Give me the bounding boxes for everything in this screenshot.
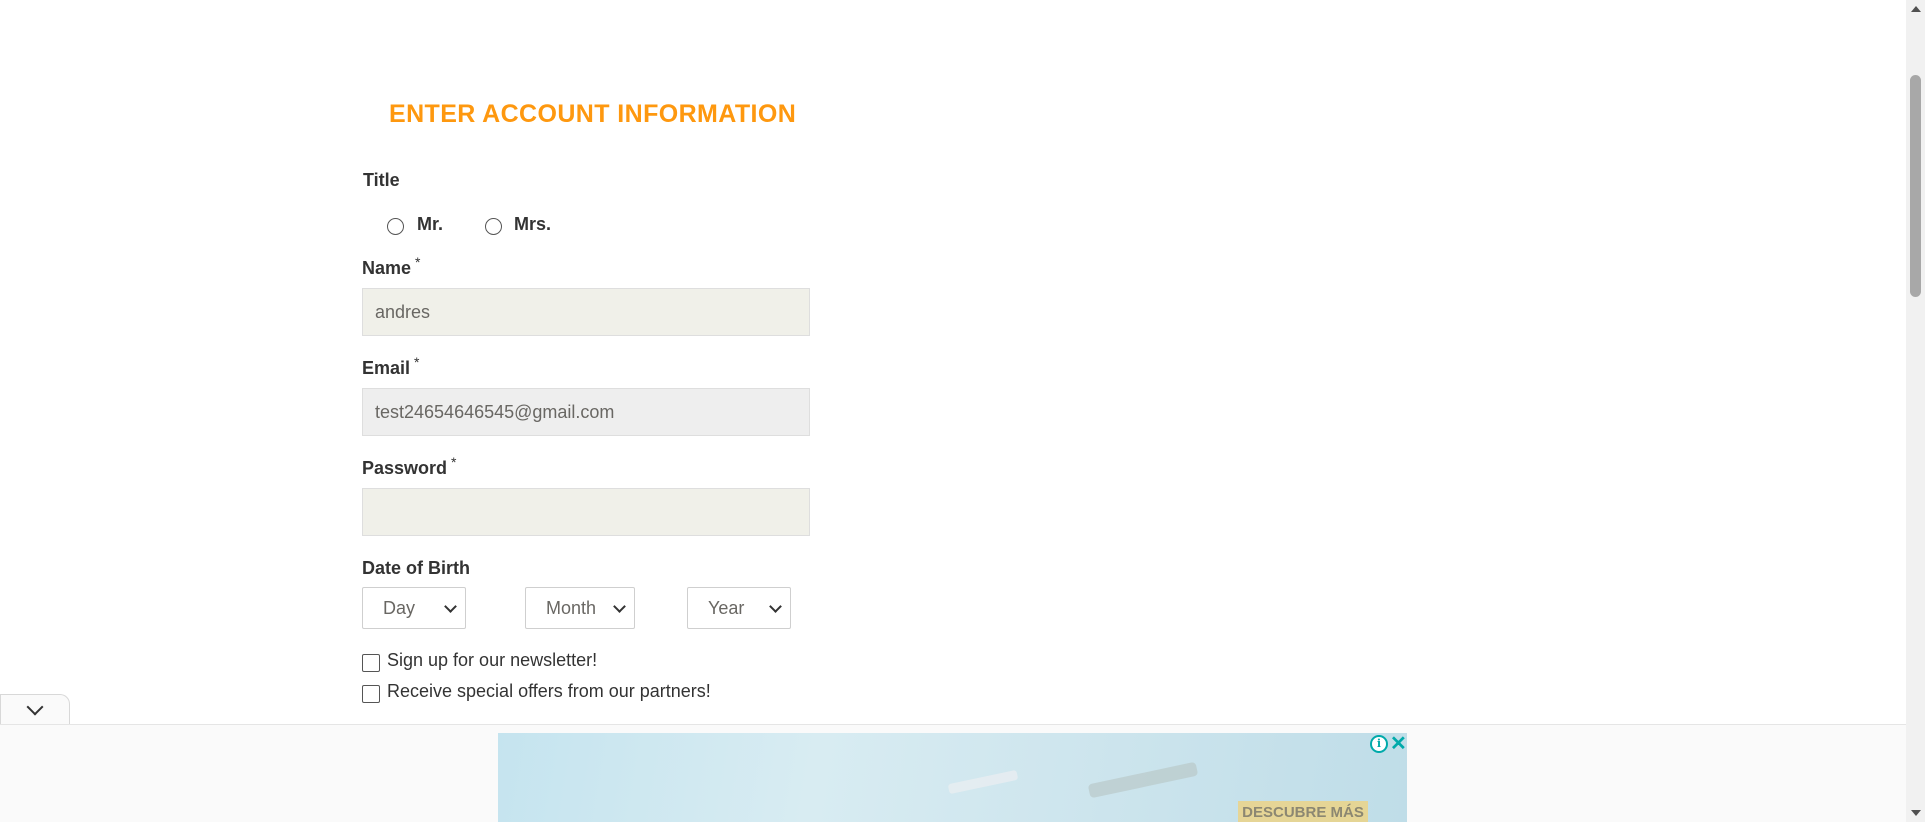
scroll-up-arrow-icon[interactable]	[1911, 6, 1921, 12]
password-input[interactable]	[362, 488, 810, 536]
scroll-down-arrow-icon[interactable]	[1911, 810, 1921, 816]
dob-month-value: Month	[546, 597, 597, 618]
chevron-down-icon	[444, 600, 457, 613]
dob-year-select[interactable]: Year	[687, 587, 791, 629]
vertical-scrollbar[interactable]	[1906, 0, 1925, 822]
dob-label: Date of Birth	[362, 558, 470, 578]
dob-day-value: Day	[383, 597, 416, 618]
info-icon[interactable]: i	[1370, 735, 1388, 753]
title-mrs-radio[interactable]	[485, 218, 502, 235]
name-input[interactable]	[362, 288, 810, 336]
chevron-down-icon	[26, 698, 44, 716]
ship-graphic	[947, 769, 1019, 795]
name-label: Name *	[362, 254, 421, 278]
chevron-down-icon	[769, 600, 782, 613]
newsletter-label[interactable]: Sign up for our newsletter!	[387, 650, 597, 671]
close-icon[interactable]: ✕	[1390, 731, 1407, 756]
dob-month-select[interactable]: Month	[525, 587, 635, 629]
dob-day-select[interactable]: Day	[362, 587, 466, 629]
title-mr-radio[interactable]	[387, 218, 404, 235]
page-title: ENTER ACCOUNT INFORMATION	[389, 100, 797, 128]
newsletter-checkbox[interactable]	[362, 654, 380, 672]
email-label: Email *	[362, 354, 420, 378]
title-label: Title	[363, 170, 400, 190]
password-label: Password *	[362, 454, 457, 478]
scrollbar-thumb[interactable]	[1910, 75, 1921, 297]
email-input[interactable]	[362, 388, 810, 436]
title-mrs-label[interactable]: Mrs.	[514, 214, 551, 235]
offers-label[interactable]: Receive special offers from our partners…	[387, 681, 711, 702]
ad-cta-button[interactable]: DESCUBRE MÁS	[1238, 801, 1368, 822]
dob-year-value: Year	[708, 597, 745, 618]
chevron-down-icon	[613, 600, 626, 613]
ad-banner[interactable]: DESCUBRE MÁS	[498, 733, 1407, 822]
offers-checkbox[interactable]	[362, 685, 380, 703]
title-mr-label[interactable]: Mr.	[417, 214, 443, 235]
ship-graphic	[1087, 761, 1199, 799]
page: ENTER ACCOUNT INFORMATION Title Mr. Mrs.…	[0, 0, 1906, 822]
ad-collapse-button[interactable]	[0, 694, 70, 724]
